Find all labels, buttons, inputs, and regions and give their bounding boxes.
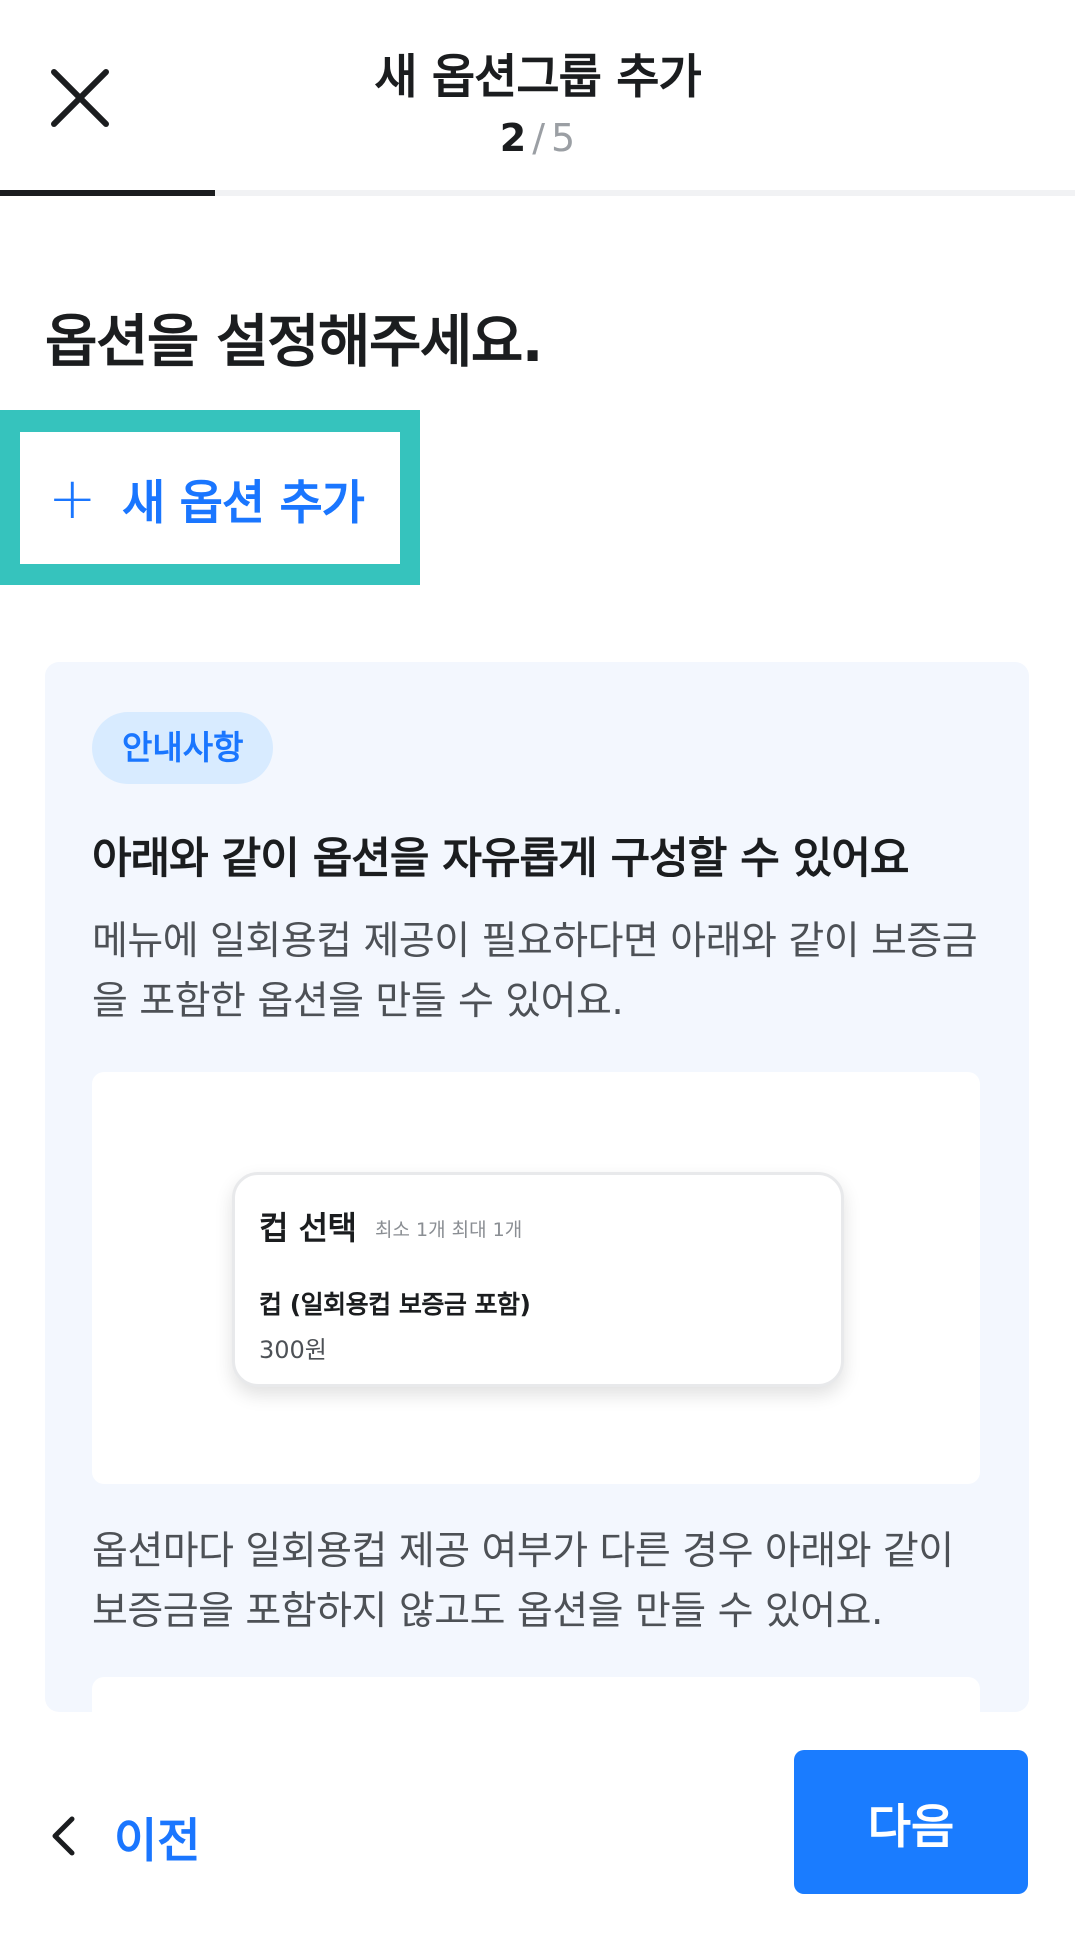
bottom-bar: 이전 다음 xyxy=(0,1712,1075,1935)
info-card: 안내사항 아래와 같이 옵션을 자유롭게 구성할 수 있어요 메뉴에 일회용컵 … xyxy=(45,662,1029,1712)
step-separator: / xyxy=(532,116,546,160)
example-image-2 xyxy=(92,1677,980,1712)
example-item-name: 컵 (일회용컵 보증금 포함) xyxy=(259,1290,531,1319)
info-description-1: 메뉴에 일회용컵 제공이 필요하다면 아래와 같이 보증금을 포함한 옵션을 만… xyxy=(92,919,978,1024)
step-current: 2 xyxy=(499,116,527,160)
page-title: 새 옵션그룹 추가 xyxy=(374,50,701,105)
plus-icon: + xyxy=(48,464,97,532)
info-badge: 안내사항 xyxy=(92,712,274,784)
example-card-title: 컵 선택 xyxy=(259,1209,357,1247)
info-description-2: 옵션마다 일회용컵 제공 여부가 다른 경우 아래와 같이 보증금을 포함하지 … xyxy=(92,1529,954,1634)
step-indicator: 2/5 xyxy=(0,116,1075,160)
progress-bar xyxy=(0,190,1075,196)
example-card-subtitle: 최소 1개 최대 1개 xyxy=(375,1219,523,1241)
example-image-1: 컵 선택 최소 1개 최대 1개 컵 (일회용컵 보증금 포함) 300원 xyxy=(92,1072,980,1484)
progress-fill xyxy=(0,190,215,196)
header: 새 옵션그룹 추가 2/5 xyxy=(0,0,1075,190)
step-total: 5 xyxy=(551,116,576,160)
page: 새 옵션그룹 추가 2/5 옵션을 설정해주세요. + 새 옵션 추가 안내사항… xyxy=(0,0,1075,1935)
add-option-button[interactable]: + 새 옵션 추가 xyxy=(20,432,400,564)
info-title: 아래와 같이 옵션을 자유롭게 구성할 수 있어요 xyxy=(92,834,909,884)
next-button[interactable]: 다음 xyxy=(794,1750,1028,1894)
prev-button[interactable]: 이전 xyxy=(40,1796,200,1876)
chevron-left-icon xyxy=(52,1816,75,1856)
example-option-card: 컵 선택 최소 1개 최대 1개 컵 (일회용컵 보증금 포함) 300원 xyxy=(232,1172,844,1387)
section-heading: 옵션을 설정해주세요. xyxy=(45,309,543,375)
example-item-price: 300원 xyxy=(259,1336,327,1364)
add-option-label: 새 옵션 추가 xyxy=(122,475,365,531)
prev-label: 이전 xyxy=(114,1813,201,1869)
